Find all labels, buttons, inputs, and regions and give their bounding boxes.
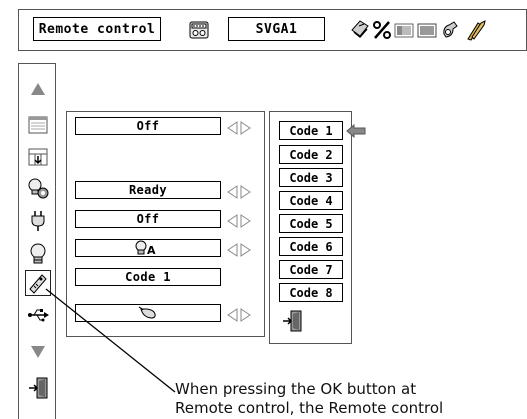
- setting-value-field[interactable]: Ready: [75, 181, 221, 199]
- code-option[interactable]: Code 5: [279, 214, 343, 233]
- percent-icon[interactable]: [372, 20, 392, 40]
- caption-line-1: When pressing the OK button at: [175, 380, 417, 398]
- left-right-adjust-icon[interactable]: [227, 214, 251, 228]
- tools-icon[interactable]: [464, 19, 486, 41]
- screen-icon[interactable]: [25, 144, 51, 170]
- remote-sensor-icon[interactable]: [189, 20, 209, 40]
- image-adjust-icon[interactable]: [25, 112, 51, 138]
- mouse-setting-field[interactable]: [75, 304, 221, 322]
- lamp-auto-field[interactable]: A: [75, 239, 221, 257]
- lamp-icon[interactable]: [440, 20, 460, 40]
- top-menu-bar: Remote control SVGA1: [18, 9, 527, 51]
- lamp-mode-icon[interactable]: [25, 241, 51, 267]
- remote-code-field[interactable]: Code 1: [75, 268, 221, 286]
- left-right-adjust-icon[interactable]: [227, 185, 251, 199]
- menu-title: Remote control: [33, 17, 161, 41]
- exit-icon[interactable]: [281, 310, 303, 332]
- left-right-adjust-icon[interactable]: [227, 308, 251, 322]
- remote-control-settings-panel: Off Ready Off A Code 1: [66, 111, 265, 337]
- code-list-panel: Code 1 Code 2 Code 3 Code 4 Code 5 Code …: [269, 111, 366, 344]
- svg-text:A: A: [147, 244, 156, 256]
- left-right-adjust-icon[interactable]: [227, 121, 251, 135]
- lamp-auto-icon: A: [135, 240, 156, 256]
- sidebar-menu: [18, 63, 56, 419]
- power-icon[interactable]: [25, 208, 51, 234]
- code-option[interactable]: Code 1: [279, 121, 343, 140]
- code-option[interactable]: Code 4: [279, 191, 343, 210]
- instruction-caption: When pressing the OK button at Remote co…: [175, 380, 527, 418]
- setting-value-field[interactable]: Off: [75, 117, 221, 135]
- code-option[interactable]: Code 3: [279, 168, 343, 187]
- setting-value-field[interactable]: Off: [75, 210, 221, 228]
- down-arrow-icon[interactable]: [25, 339, 51, 365]
- up-arrow-icon[interactable]: [25, 76, 51, 102]
- left-right-adjust-icon[interactable]: [227, 243, 251, 257]
- input-source-label: SVGA1: [228, 17, 325, 41]
- usb-icon[interactable]: [25, 302, 51, 328]
- code-option[interactable]: Code 2: [279, 145, 343, 164]
- mouse-icon: [138, 306, 156, 319]
- lamp-settings-icon[interactable]: [25, 175, 51, 201]
- code-option[interactable]: Code 8: [279, 283, 343, 302]
- image-select-icon[interactable]: [394, 20, 414, 40]
- remote-control-icon[interactable]: [25, 270, 51, 296]
- code-option[interactable]: Code 6: [279, 237, 343, 256]
- code-option[interactable]: Code 7: [279, 260, 343, 279]
- screen-icon[interactable]: [417, 20, 437, 40]
- pc-adjust-icon[interactable]: [350, 20, 370, 40]
- caption-line-2: Remote control, the Remote control: [175, 399, 444, 417]
- exit-icon[interactable]: [25, 375, 51, 401]
- left-arrow-pointer-icon: [346, 124, 366, 138]
